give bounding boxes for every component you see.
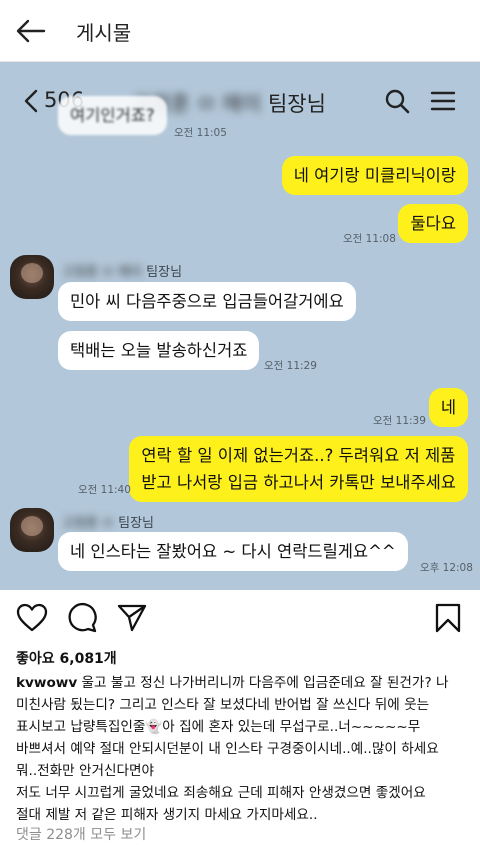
view-comments-link[interactable]: 댓글 228개 모두 보기 bbox=[16, 824, 146, 844]
bookmark-icon[interactable] bbox=[432, 602, 464, 634]
caption-username[interactable]: kvwowv bbox=[16, 675, 77, 691]
message-bubble: 연락 할 일 이제 없는거죠..? 두려워요 저 제품 받고 나서랑 입금 하고… bbox=[129, 436, 468, 502]
arrow-left-icon[interactable] bbox=[14, 14, 48, 48]
page-title: 게시물 bbox=[76, 21, 132, 45]
post-caption: kvwowv 울고 불고 정신 나가버리니까 다음주에 입금준데요 잘 된건가?… bbox=[16, 675, 449, 823]
avatar bbox=[10, 255, 54, 299]
sender-name: 고정훈 ㅁ 팀장님 bbox=[62, 516, 154, 531]
message-bubble: 택배는 오늘 발송하신거죠 bbox=[58, 331, 260, 370]
message-time: 오후 12:08 bbox=[420, 562, 473, 574]
hamburger-menu-icon bbox=[430, 91, 456, 111]
message-bubble: 여기인거죠? bbox=[58, 96, 167, 135]
message-time: 오전 11:08 bbox=[343, 233, 396, 245]
message-time: 오전 11:39 bbox=[373, 415, 426, 427]
search-icon bbox=[385, 89, 410, 114]
partner-title: 팀장님 bbox=[261, 92, 326, 116]
send-icon[interactable] bbox=[116, 602, 148, 634]
message-time: 오전 11:05 bbox=[174, 127, 227, 139]
message-time: 오전 11:40 bbox=[78, 484, 131, 496]
message-bubble: 네 bbox=[428, 388, 468, 427]
avatar bbox=[10, 508, 54, 552]
post-actions bbox=[0, 590, 480, 642]
message-bubble: 네 인스타는 잘봤어요 ~ 다시 연락드릴게요^^ bbox=[58, 532, 408, 571]
comment-icon[interactable] bbox=[66, 602, 98, 634]
chevron-left-icon bbox=[24, 89, 38, 113]
app-header: 게시물 bbox=[0, 0, 480, 62]
message-time: 오전 11:29 bbox=[264, 360, 317, 372]
sender-name: 고정훈 ㅁ 매이 팀장님 bbox=[62, 265, 183, 280]
message-bubble: 둘다요 bbox=[398, 204, 468, 243]
heart-icon[interactable] bbox=[16, 602, 48, 634]
like-count[interactable]: 좋아요 6,081개 bbox=[16, 648, 117, 668]
post-image[interactable]: 506 고정훈 ㅁ 매이 팀장님 여기인거죠? 오전 11:05 네 여기랑 미… bbox=[0, 62, 480, 590]
message-bubble: 네 여기랑 미클리닉이랑 bbox=[281, 156, 468, 195]
message-bubble: 민아 씨 다음주중으로 입금들어갈거에요 bbox=[58, 282, 356, 321]
